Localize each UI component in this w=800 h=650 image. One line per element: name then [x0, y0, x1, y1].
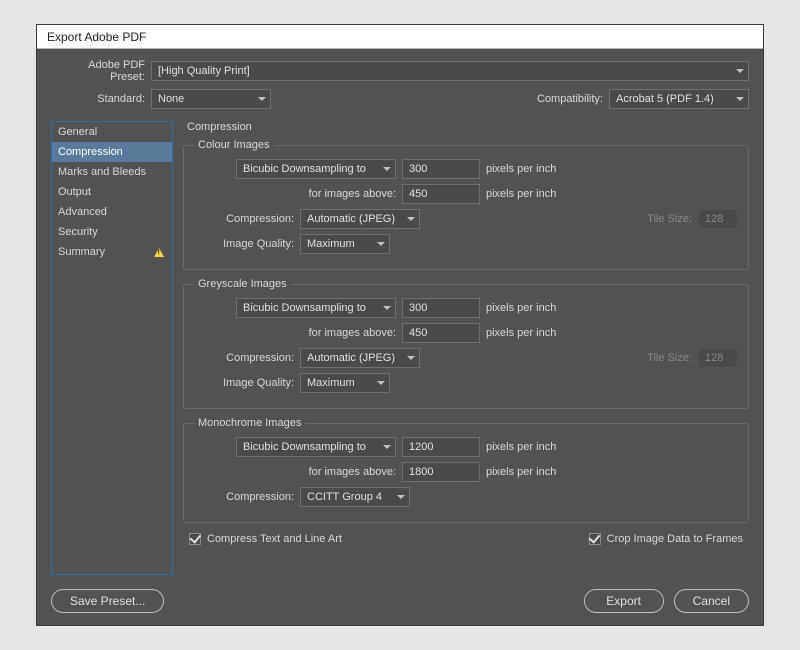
- sidebar-item-label: Summary: [58, 246, 105, 258]
- chevron-down-icon: [383, 167, 391, 171]
- save-preset-button[interactable]: Save Preset...: [51, 589, 164, 613]
- grey-ppi-input[interactable]: 300: [402, 298, 480, 318]
- window-title: Export Adobe PDF: [47, 30, 146, 44]
- colour-quality-select[interactable]: Maximum: [300, 234, 390, 254]
- warning-icon: [154, 248, 164, 257]
- category-sidebar: General Compression Marks and Bleeds Out…: [51, 121, 173, 575]
- ppi-label: pixels per inch: [486, 466, 556, 478]
- cancel-button[interactable]: Cancel: [674, 589, 749, 613]
- grey-tile-label: Tile Size:: [647, 352, 692, 364]
- preset-select[interactable]: [High Quality Print]: [151, 61, 749, 81]
- monochrome-images-group: Monochrome Images Bicubic Downsampling t…: [183, 417, 749, 523]
- grey-above-input[interactable]: 450: [402, 323, 480, 343]
- compat-select[interactable]: Acrobat 5 (PDF 1.4): [609, 89, 749, 109]
- ppi-label: pixels per inch: [486, 327, 556, 339]
- chevron-down-icon: [736, 69, 744, 73]
- compat-label: Compatibility:: [537, 93, 609, 105]
- compat-value: Acrobat 5 (PDF 1.4): [616, 90, 714, 108]
- grey-quality-select[interactable]: Maximum: [300, 373, 390, 393]
- sidebar-item-output[interactable]: Output: [52, 182, 172, 202]
- grey-tile-input: 128: [698, 348, 738, 368]
- mono-compression-select[interactable]: CCITT Group 4: [300, 487, 410, 507]
- grey-compression-label: Compression:: [194, 352, 294, 364]
- sidebar-item-label: Compression: [58, 146, 123, 158]
- colour-downsample-select[interactable]: Bicubic Downsampling to: [236, 159, 396, 179]
- panel-heading: Compression: [187, 121, 749, 133]
- chevron-down-icon: [383, 306, 391, 310]
- compress-text-label: Compress Text and Line Art: [207, 533, 342, 545]
- colour-images-group: Colour Images Bicubic Downsampling to 30…: [183, 139, 749, 270]
- top-form: Adobe PDF Preset: [High Quality Print] S…: [37, 49, 763, 121]
- compress-text-checkbox[interactable]: Compress Text and Line Art: [189, 533, 342, 545]
- mono-downsample-select[interactable]: Bicubic Downsampling to: [236, 437, 396, 457]
- sidebar-item-summary[interactable]: Summary: [52, 242, 172, 262]
- grey-compression-select[interactable]: Automatic (JPEG): [300, 348, 420, 368]
- sidebar-item-security[interactable]: Security: [52, 222, 172, 242]
- sidebar-item-label: Output: [58, 186, 91, 198]
- window-titlebar: Export Adobe PDF: [37, 25, 763, 49]
- sidebar-item-label: Advanced: [58, 206, 107, 218]
- preset-value: [High Quality Print]: [158, 62, 250, 80]
- sidebar-item-label: General: [58, 126, 97, 138]
- sidebar-item-label: Security: [58, 226, 98, 238]
- ppi-label: pixels per inch: [486, 188, 556, 200]
- crop-image-checkbox[interactable]: Crop Image Data to Frames: [589, 533, 743, 545]
- standard-label: Standard:: [51, 93, 151, 105]
- grey-downsample-select[interactable]: Bicubic Downsampling to: [236, 298, 396, 318]
- standard-select[interactable]: None: [151, 89, 271, 109]
- colour-compression-label: Compression:: [194, 213, 294, 225]
- mono-legend: Monochrome Images: [194, 417, 305, 429]
- chevron-down-icon: [377, 381, 385, 385]
- colour-ppi-input[interactable]: 300: [402, 159, 480, 179]
- mono-compression-label: Compression:: [194, 491, 294, 503]
- sidebar-item-advanced[interactable]: Advanced: [52, 202, 172, 222]
- checkbox-icon: [589, 533, 601, 545]
- colour-downsample-value: Bicubic Downsampling to: [243, 160, 366, 178]
- chevron-down-icon: [258, 97, 266, 101]
- colour-tile-input: 128: [698, 209, 738, 229]
- preset-label: Adobe PDF Preset:: [51, 59, 151, 83]
- export-button[interactable]: Export: [584, 589, 664, 613]
- chevron-down-icon: [736, 97, 744, 101]
- grey-legend: Greyscale Images: [194, 278, 291, 290]
- chevron-down-icon: [383, 445, 391, 449]
- colour-compression-select[interactable]: Automatic (JPEG): [300, 209, 420, 229]
- chevron-down-icon: [407, 356, 415, 360]
- checkbox-icon: [189, 533, 201, 545]
- colour-legend: Colour Images: [194, 139, 274, 151]
- dialog-body: General Compression Marks and Bleeds Out…: [37, 121, 763, 581]
- sidebar-item-marks-bleeds[interactable]: Marks and Bleeds: [52, 162, 172, 182]
- crop-image-label: Crop Image Data to Frames: [607, 533, 743, 545]
- ppi-label: pixels per inch: [486, 441, 556, 453]
- standard-value: None: [158, 90, 184, 108]
- export-pdf-dialog: Export Adobe PDF Adobe PDF Preset: [High…: [36, 24, 764, 626]
- mono-ppi-input[interactable]: 1200: [402, 437, 480, 457]
- colour-tile-label: Tile Size:: [647, 213, 692, 225]
- sidebar-item-label: Marks and Bleeds: [58, 166, 146, 178]
- ppi-label: pixels per inch: [486, 302, 556, 314]
- grey-quality-label: Image Quality:: [194, 377, 294, 389]
- sidebar-item-general[interactable]: General: [52, 122, 172, 142]
- dialog-footer: Save Preset... Export Cancel: [37, 581, 763, 625]
- main-panel: Compression Colour Images Bicubic Downsa…: [183, 121, 749, 575]
- mono-above-label: for images above:: [194, 466, 396, 478]
- colour-quality-label: Image Quality:: [194, 238, 294, 250]
- chevron-down-icon: [377, 242, 385, 246]
- chevron-down-icon: [397, 495, 405, 499]
- bottom-checkboxes: Compress Text and Line Art Crop Image Da…: [183, 531, 749, 545]
- sidebar-item-compression[interactable]: Compression: [52, 142, 172, 162]
- colour-above-label: for images above:: [194, 188, 396, 200]
- chevron-down-icon: [407, 217, 415, 221]
- mono-above-input[interactable]: 1800: [402, 462, 480, 482]
- colour-above-input[interactable]: 450: [402, 184, 480, 204]
- ppi-label: pixels per inch: [486, 163, 556, 175]
- greyscale-images-group: Greyscale Images Bicubic Downsampling to…: [183, 278, 749, 409]
- grey-above-label: for images above:: [194, 327, 396, 339]
